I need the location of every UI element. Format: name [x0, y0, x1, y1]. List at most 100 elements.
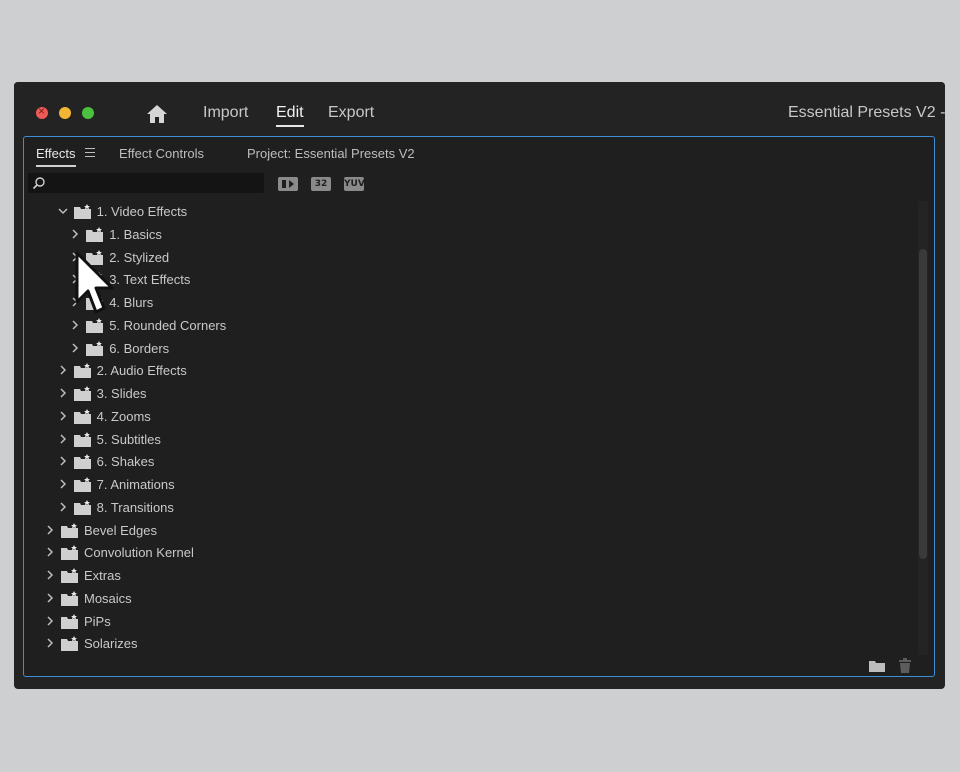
tree-row-label: Solarizes	[84, 636, 138, 652]
preset-folder-icon	[61, 568, 78, 583]
trash-icon[interactable]	[898, 658, 912, 673]
tree-row[interactable]: 5. Subtitles	[28, 429, 908, 451]
chevron-right-icon[interactable]	[44, 524, 56, 536]
tree-row-label: Convolution Kernel	[84, 545, 194, 561]
tree-row-label: 1. Basics	[109, 226, 162, 242]
tree-row-label: 6. Borders	[109, 340, 170, 356]
chevron-right-icon[interactable]	[44, 637, 56, 649]
preset-folder-icon	[61, 545, 78, 561]
chevron-right-icon[interactable]	[44, 546, 56, 558]
tree-row-label: Mosaics	[84, 590, 132, 606]
effects-panel: Effects Effect Controls Project: Essenti…	[23, 136, 935, 677]
search-icon	[32, 177, 45, 190]
premiere-window: Import Edit Export Essential Presets V2 …	[14, 82, 945, 689]
minimize-window-button[interactable]	[59, 107, 71, 119]
new-bin-icon[interactable]	[869, 660, 885, 672]
tree-row[interactable]: 6. Borders	[28, 338, 908, 360]
chevron-right-icon[interactable]	[57, 501, 69, 513]
chevron-right-icon[interactable]	[57, 478, 69, 490]
home-icon[interactable]	[146, 104, 168, 124]
tree-row[interactable]: Solarizes	[28, 633, 908, 655]
chevron-right-icon[interactable]	[69, 319, 81, 331]
tree-row[interactable]: PiPs	[28, 611, 908, 633]
chevron-right-icon[interactable]	[57, 387, 69, 399]
tree-row[interactable]: 4. Zooms	[28, 406, 908, 428]
close-window-button[interactable]	[36, 104, 48, 119]
tree-row[interactable]: 2. Audio Effects	[28, 360, 908, 382]
tree-row[interactable]: 3. Text Effects	[28, 269, 908, 291]
nav-import[interactable]: Import	[203, 104, 248, 122]
zoom-window-button[interactable]	[82, 107, 94, 119]
search-box[interactable]	[28, 173, 264, 193]
preset-folder-icon	[73, 431, 91, 447]
tree-row[interactable]: Extras	[28, 565, 908, 587]
chevron-right-icon[interactable]	[69, 228, 81, 240]
accelerated-effects-icon	[278, 177, 298, 191]
tree-row[interactable]: 6. Shakes	[28, 451, 908, 473]
tree-row[interactable]: 8. Transitions	[28, 497, 908, 519]
preset-folder-icon	[73, 363, 91, 379]
tree-row-label: PiPs	[84, 613, 111, 629]
yuv-filter-button[interactable]: YUV	[344, 177, 365, 191]
effects-tree: 1. Video Effects 1. Basics 2. Stylized 3. T…	[28, 199, 918, 657]
preset-folder-icon	[61, 613, 78, 629]
chevron-right-icon[interactable]	[44, 569, 56, 581]
preset-folder-icon	[86, 340, 104, 356]
preset-folder-icon	[61, 522, 78, 538]
chevron-right-icon[interactable]	[57, 364, 69, 376]
mouse-cursor-icon	[75, 251, 114, 314]
tree-row-label: 1. Video Effects	[96, 204, 188, 219]
preset-folder-icon	[73, 499, 91, 515]
tree-row-label: 5. Rounded Corners	[109, 317, 227, 333]
preset-folder-icon	[61, 590, 78, 606]
chevron-right-icon[interactable]	[57, 455, 69, 467]
chevron-right-icon[interactable]	[57, 410, 69, 422]
panel-menu-icon[interactable]	[85, 148, 95, 157]
preset-folder-icon	[86, 226, 104, 242]
tree-row[interactable]: 5. Rounded Corners	[28, 315, 908, 337]
tree-scrollbar[interactable]	[918, 201, 928, 655]
tab-effect-controls[interactable]: Effect Controls	[119, 146, 204, 161]
chevron-right-icon[interactable]	[69, 342, 81, 354]
tree-row-label: Bevel Edges	[84, 522, 157, 538]
preset-folder-icon	[73, 454, 91, 470]
tree-row[interactable]: Mosaics	[28, 588, 908, 610]
tab-project[interactable]: Project: Essential Presets V2	[247, 146, 415, 161]
tree-row[interactable]: 3. Slides	[28, 383, 908, 405]
tree-row-label: 7. Animations	[96, 477, 175, 492]
tab-effects[interactable]: Effects	[36, 146, 76, 167]
preset-folder-icon	[86, 317, 104, 333]
preset-folder-icon	[73, 204, 91, 219]
nav-export[interactable]: Export	[328, 104, 374, 122]
tree-row-label: 4. Zooms	[96, 408, 151, 424]
tree-row[interactable]: 1. Video Effects	[28, 201, 908, 223]
tree-row-label: 5. Subtitles	[96, 431, 161, 447]
nav-edit[interactable]: Edit	[276, 104, 304, 127]
accelerated-effects-filter-button[interactable]	[278, 177, 298, 191]
search-input[interactable]	[50, 173, 260, 193]
tree-row[interactable]: 1. Basics	[28, 224, 908, 246]
scrollbar-thumb[interactable]	[919, 249, 927, 559]
preset-folder-icon	[73, 477, 91, 492]
tree-row-label: 6. Shakes	[96, 454, 155, 470]
title-bar: Import Edit Export Essential Presets V2 …	[14, 82, 945, 138]
preset-folder-icon	[61, 636, 78, 652]
tree-row[interactable]: 7. Animations	[28, 474, 908, 496]
tree-row[interactable]: 4. Blurs	[28, 292, 908, 314]
panel-tabs: Effects Effect Controls Project: Essenti…	[24, 137, 934, 167]
tree-row-label: 8. Transitions	[96, 499, 174, 515]
32-bit-filter-button[interactable]: 32	[311, 177, 331, 191]
tree-row[interactable]: 2. Stylized	[28, 247, 908, 269]
project-title: Essential Presets V2 - Ed	[788, 104, 945, 121]
preset-folder-icon	[73, 408, 91, 424]
chevron-right-icon[interactable]	[57, 433, 69, 445]
tree-row-label: 2. Stylized	[109, 249, 170, 265]
chevron-right-icon[interactable]	[44, 615, 56, 627]
preset-folder-icon	[73, 386, 91, 401]
tree-row[interactable]: Convolution Kernel	[28, 542, 908, 564]
tree-row-label: 2. Audio Effects	[96, 363, 187, 379]
tree-row[interactable]: Bevel Edges	[28, 520, 908, 542]
tree-row-label: 3. Slides	[96, 386, 147, 401]
chevron-down-icon[interactable]	[57, 205, 69, 217]
chevron-right-icon[interactable]	[44, 592, 56, 604]
